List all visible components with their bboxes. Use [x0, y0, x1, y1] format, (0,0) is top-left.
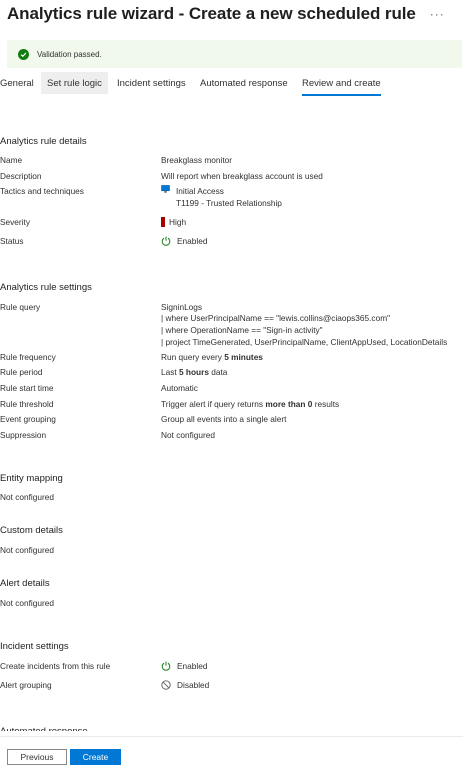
technique-value: T1199 - Trusted Relationship — [176, 198, 282, 208]
more-options-icon[interactable]: ··· — [430, 7, 445, 21]
frequency-bold: 5 minutes — [224, 352, 263, 362]
custom-details-value: Not configured — [0, 545, 54, 555]
status-label: Status — [0, 236, 24, 246]
previous-button[interactable]: Previous — [7, 749, 67, 765]
create-incidents-label: Create incidents from this rule — [0, 661, 111, 671]
tab-general[interactable]: General — [0, 72, 34, 94]
alert-grouping-label: Alert grouping — [0, 680, 52, 690]
check-circle-icon — [18, 48, 29, 60]
period-bold: 5 hours — [179, 367, 209, 377]
rule-threshold-value: Trigger alert if query returns more than… — [161, 399, 339, 409]
period-prefix: Last — [161, 367, 179, 377]
event-grouping-value: Group all events into a single alert — [161, 414, 287, 424]
severity-high-icon — [161, 217, 165, 227]
severity-text: High — [169, 217, 187, 227]
tab-review-and-create[interactable]: Review and create — [302, 72, 381, 96]
alert-details-value: Not configured — [0, 598, 54, 608]
custom-details-heading: Custom details — [0, 525, 63, 536]
page-title: Analytics rule wizard - Create a new sch… — [7, 4, 416, 23]
automated-response-heading: Automated response — [0, 726, 88, 731]
threshold-suffix: results — [312, 399, 340, 409]
wizard-footer: Previous Create — [0, 736, 463, 768]
severity-label: Severity — [0, 217, 30, 227]
rule-frequency-label: Rule frequency — [0, 352, 56, 362]
entity-mapping-heading: Entity mapping — [0, 473, 63, 484]
threshold-bold: more than 0 — [265, 399, 313, 409]
name-label: Name — [0, 155, 23, 165]
rule-period-label: Rule period — [0, 367, 43, 377]
query-line: | project TimeGenerated, UserPrincipalNa… — [161, 337, 448, 347]
description-value: Will report when breakglass account is u… — [161, 171, 323, 181]
create-incidents-text: Enabled — [177, 661, 208, 671]
frequency-prefix: Run query every — [161, 352, 225, 362]
rule-threshold-label: Rule threshold — [0, 399, 54, 409]
name-value: Breakglass monitor — [161, 155, 233, 165]
create-button[interactable]: Create — [70, 749, 121, 765]
rule-details-heading: Analytics rule details — [0, 136, 87, 147]
initial-access-icon — [161, 185, 170, 193]
incident-settings-heading: Incident settings — [0, 641, 69, 652]
validation-message: Validation passed. — [37, 49, 102, 59]
suppression-value: Not configured — [161, 430, 215, 440]
query-line: SigninLogs — [161, 302, 203, 312]
status-text: Enabled — [177, 236, 208, 246]
tactics-label: Tactics and techniques — [0, 186, 84, 196]
disabled-icon — [161, 680, 171, 690]
description-label: Description — [0, 171, 42, 181]
severity-value: High — [161, 217, 186, 227]
rule-settings-heading: Analytics rule settings — [0, 282, 92, 293]
suppression-label: Suppression — [0, 430, 47, 440]
period-suffix: data — [208, 367, 228, 377]
rule-query-label: Rule query — [0, 302, 41, 312]
create-incidents-value: Enabled — [161, 661, 207, 671]
rule-period-value: Last 5 hours data — [161, 367, 227, 377]
tab-set-rule-logic[interactable]: Set rule logic — [41, 72, 108, 94]
status-value: Enabled — [161, 236, 207, 246]
tab-automated-response[interactable]: Automated response — [200, 72, 288, 94]
query-line: | where UserPrincipalName == "lewis.coll… — [161, 313, 391, 323]
power-icon — [161, 236, 171, 246]
entity-mapping-value: Not configured — [0, 492, 54, 502]
wizard-tabs: General Set rule logic Incident settings… — [0, 72, 463, 96]
alert-grouping-text: Disabled — [177, 680, 210, 690]
event-grouping-label: Event grouping — [0, 414, 56, 424]
tactic-value: Initial Access — [176, 186, 224, 196]
page-header: Analytics rule wizard - Create a new sch… — [7, 2, 457, 26]
rule-start-label: Rule start time — [0, 383, 54, 393]
alert-grouping-value: Disabled — [161, 680, 209, 690]
tab-incident-settings[interactable]: Incident settings — [117, 72, 186, 94]
query-line: | where OperationName == "Sign-in activi… — [161, 325, 323, 335]
power-icon — [161, 661, 171, 671]
rule-start-value: Automatic — [161, 383, 198, 393]
threshold-prefix: Trigger alert if query returns — [161, 399, 266, 409]
rule-frequency-value: Run query every 5 minutes — [161, 352, 263, 362]
alert-details-heading: Alert details — [0, 578, 50, 589]
validation-banner: Validation passed. — [7, 40, 462, 68]
